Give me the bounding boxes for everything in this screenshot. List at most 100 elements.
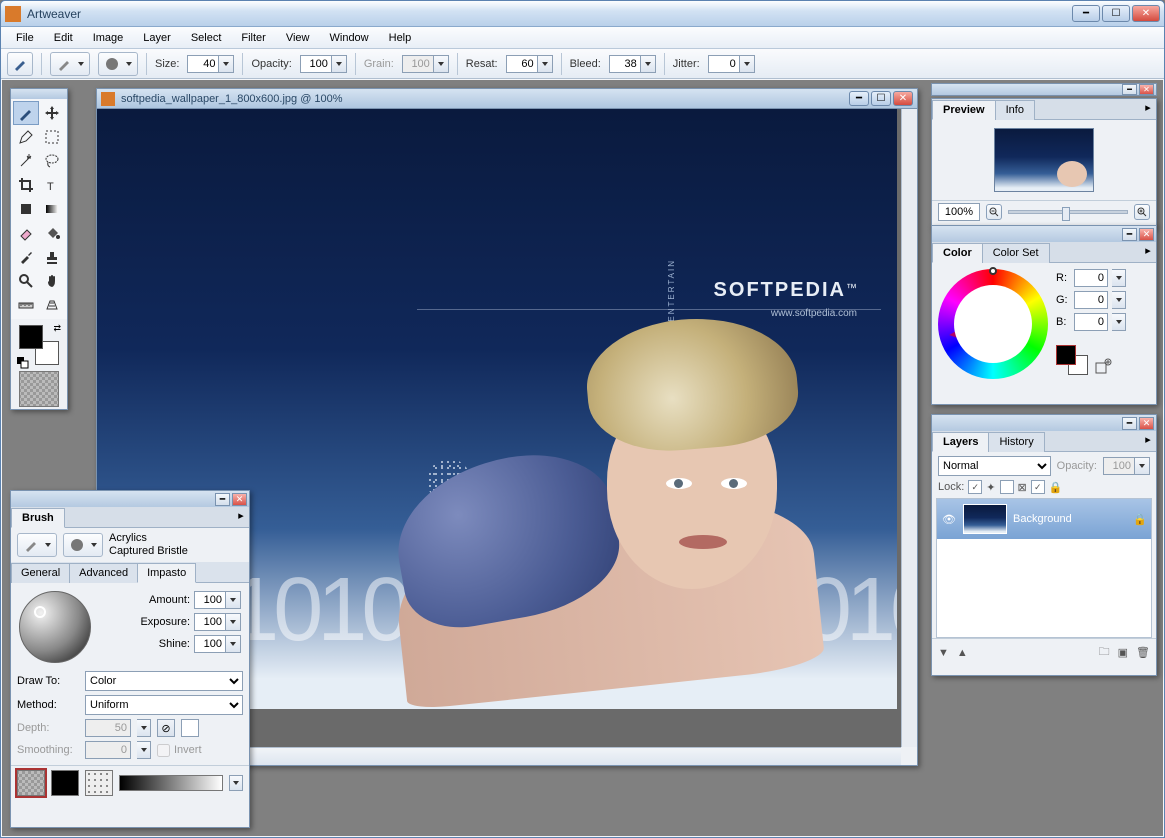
size-input[interactable] <box>187 55 219 73</box>
window-maximize-button[interactable]: ☐ <box>1102 5 1130 22</box>
color-wheel[interactable] <box>938 269 1048 379</box>
brush-preset-dropdown[interactable] <box>50 52 90 76</box>
method-select[interactable]: Uniform <box>85 695 243 715</box>
g-dropdown[interactable] <box>1112 291 1126 309</box>
tool-measure[interactable] <box>13 293 39 317</box>
add-to-set-icon[interactable] <box>1094 357 1114 375</box>
tool-rect-select[interactable] <box>39 125 65 149</box>
menu-filter[interactable]: Filter <box>232 30 274 46</box>
tool-text[interactable]: T <box>39 173 65 197</box>
panel-group-close[interactable]: ✕ <box>1139 84 1154 95</box>
tool-paint-bucket[interactable] <box>39 221 65 245</box>
layer-name[interactable]: Background <box>1013 513 1127 525</box>
resat-input[interactable] <box>506 55 538 73</box>
brush-gradient-dropdown[interactable] <box>229 775 243 791</box>
texture-swatch-3[interactable] <box>85 770 113 796</box>
document-titlebar[interactable]: softpedia_wallpaper_1_800x600.jpg @ 100%… <box>97 89 917 109</box>
tool-pencil[interactable] <box>13 125 39 149</box>
new-group-icon[interactable]: 🗀 <box>1099 643 1110 662</box>
brush-gradient[interactable] <box>119 775 223 791</box>
depth-disable-icon[interactable]: ⊘ <box>157 719 175 737</box>
tab-history[interactable]: History <box>988 432 1044 452</box>
tool-perspective[interactable] <box>39 293 65 317</box>
size-dropdown[interactable] <box>219 55 234 73</box>
color-panel-minimize[interactable]: ━ <box>1122 228 1137 241</box>
opacity-input[interactable] <box>300 55 332 73</box>
lock-move-icon[interactable]: ✦ <box>986 481 995 494</box>
swap-colors-icon[interactable]: ⇄ <box>53 323 61 334</box>
tool-zoom[interactable] <box>13 269 39 293</box>
tab-color[interactable]: Color <box>932 243 983 263</box>
doc-close-button[interactable]: ✕ <box>893 91 913 106</box>
layers-panel-minimize[interactable]: ━ <box>1122 417 1137 430</box>
tool-wand[interactable] <box>13 149 39 173</box>
menu-window[interactable]: Window <box>321 30 378 46</box>
amount-input[interactable] <box>194 591 226 609</box>
color-options-icon[interactable]: ▸ <box>1140 242 1156 258</box>
zoom-input[interactable] <box>938 203 980 221</box>
menu-layer[interactable]: Layer <box>134 30 180 46</box>
layers-options-icon[interactable]: ▸ <box>1140 431 1156 447</box>
texture-swatch-1[interactable] <box>17 770 45 796</box>
tab-preview[interactable]: Preview <box>932 100 996 120</box>
layer-item[interactable]: 👁 Background 🔒 <box>937 499 1151 539</box>
layer-thumbnail[interactable] <box>963 504 1007 534</box>
doc-maximize-button[interactable]: ☐ <box>871 91 891 106</box>
shine-dropdown[interactable] <box>226 635 241 653</box>
tool-shape[interactable] <box>13 197 39 221</box>
resat-dropdown[interactable] <box>538 55 553 73</box>
layer-move-down-icon[interactable]: ▼ <box>938 647 949 659</box>
bleed-dropdown[interactable] <box>641 55 656 73</box>
window-close-button[interactable]: ✕ <box>1132 5 1160 22</box>
jitter-input[interactable] <box>708 55 740 73</box>
vertical-scrollbar[interactable] <box>901 109 917 747</box>
preview-options-icon[interactable]: ▸ <box>1140 99 1156 115</box>
color-panel-close[interactable]: ✕ <box>1139 228 1154 241</box>
brush-variant-dropdown[interactable] <box>63 533 103 557</box>
b-dropdown[interactable] <box>1112 313 1126 331</box>
tab-color-set[interactable]: Color Set <box>982 243 1050 263</box>
bleed-input[interactable] <box>609 55 641 73</box>
amount-dropdown[interactable] <box>226 591 241 609</box>
brush-panel-minimize[interactable]: ━ <box>215 493 230 506</box>
menu-help[interactable]: Help <box>380 30 421 46</box>
brush-category-dropdown[interactable] <box>17 533 57 557</box>
reset-colors-icon[interactable] <box>17 357 29 369</box>
toolbox-header[interactable] <box>11 89 67 99</box>
tab-impasto[interactable]: Impasto <box>137 563 196 583</box>
delete-layer-icon[interactable]: 🗑 <box>1136 646 1150 659</box>
zoom-slider[interactable] <box>1008 210 1128 214</box>
shine-input[interactable] <box>194 635 226 653</box>
menu-edit[interactable]: Edit <box>45 30 82 46</box>
drawto-select[interactable]: Color <box>85 671 243 691</box>
tab-info[interactable]: Info <box>995 100 1035 120</box>
exposure-dropdown[interactable] <box>226 613 241 631</box>
texture-preview[interactable] <box>19 371 59 407</box>
tool-lasso[interactable] <box>39 149 65 173</box>
zoom-out-button[interactable] <box>986 204 1002 220</box>
tool-move[interactable] <box>39 101 65 125</box>
doc-minimize-button[interactable]: ━ <box>849 91 869 106</box>
window-minimize-button[interactable]: ━ <box>1072 5 1100 22</box>
preview-thumbnail[interactable] <box>994 128 1094 192</box>
lock-all-checkbox[interactable]: ✓ <box>1031 480 1045 494</box>
depth-preview-icon[interactable] <box>181 719 199 737</box>
menu-file[interactable]: File <box>7 30 43 46</box>
opacity-dropdown[interactable] <box>332 55 347 73</box>
color-fg-swatch[interactable] <box>1056 345 1076 365</box>
texture-swatch-2[interactable] <box>51 770 79 796</box>
hue-indicator[interactable] <box>989 267 997 275</box>
panel-group-minimize[interactable]: ━ <box>1122 84 1137 95</box>
tool-hand[interactable] <box>39 269 65 293</box>
tab-general[interactable]: General <box>11 563 70 583</box>
tool-eyedropper[interactable] <box>13 245 39 269</box>
brush-tip-dropdown[interactable] <box>98 52 138 76</box>
menu-view[interactable]: View <box>277 30 319 46</box>
menu-select[interactable]: Select <box>182 30 231 46</box>
jitter-dropdown[interactable] <box>740 55 755 73</box>
blend-mode-select[interactable]: Normal <box>938 456 1051 476</box>
tab-brush[interactable]: Brush <box>11 508 65 528</box>
foreground-color[interactable] <box>19 325 43 349</box>
lock-transparency-checkbox[interactable]: ✓ <box>968 480 982 494</box>
tool-crop[interactable] <box>13 173 39 197</box>
